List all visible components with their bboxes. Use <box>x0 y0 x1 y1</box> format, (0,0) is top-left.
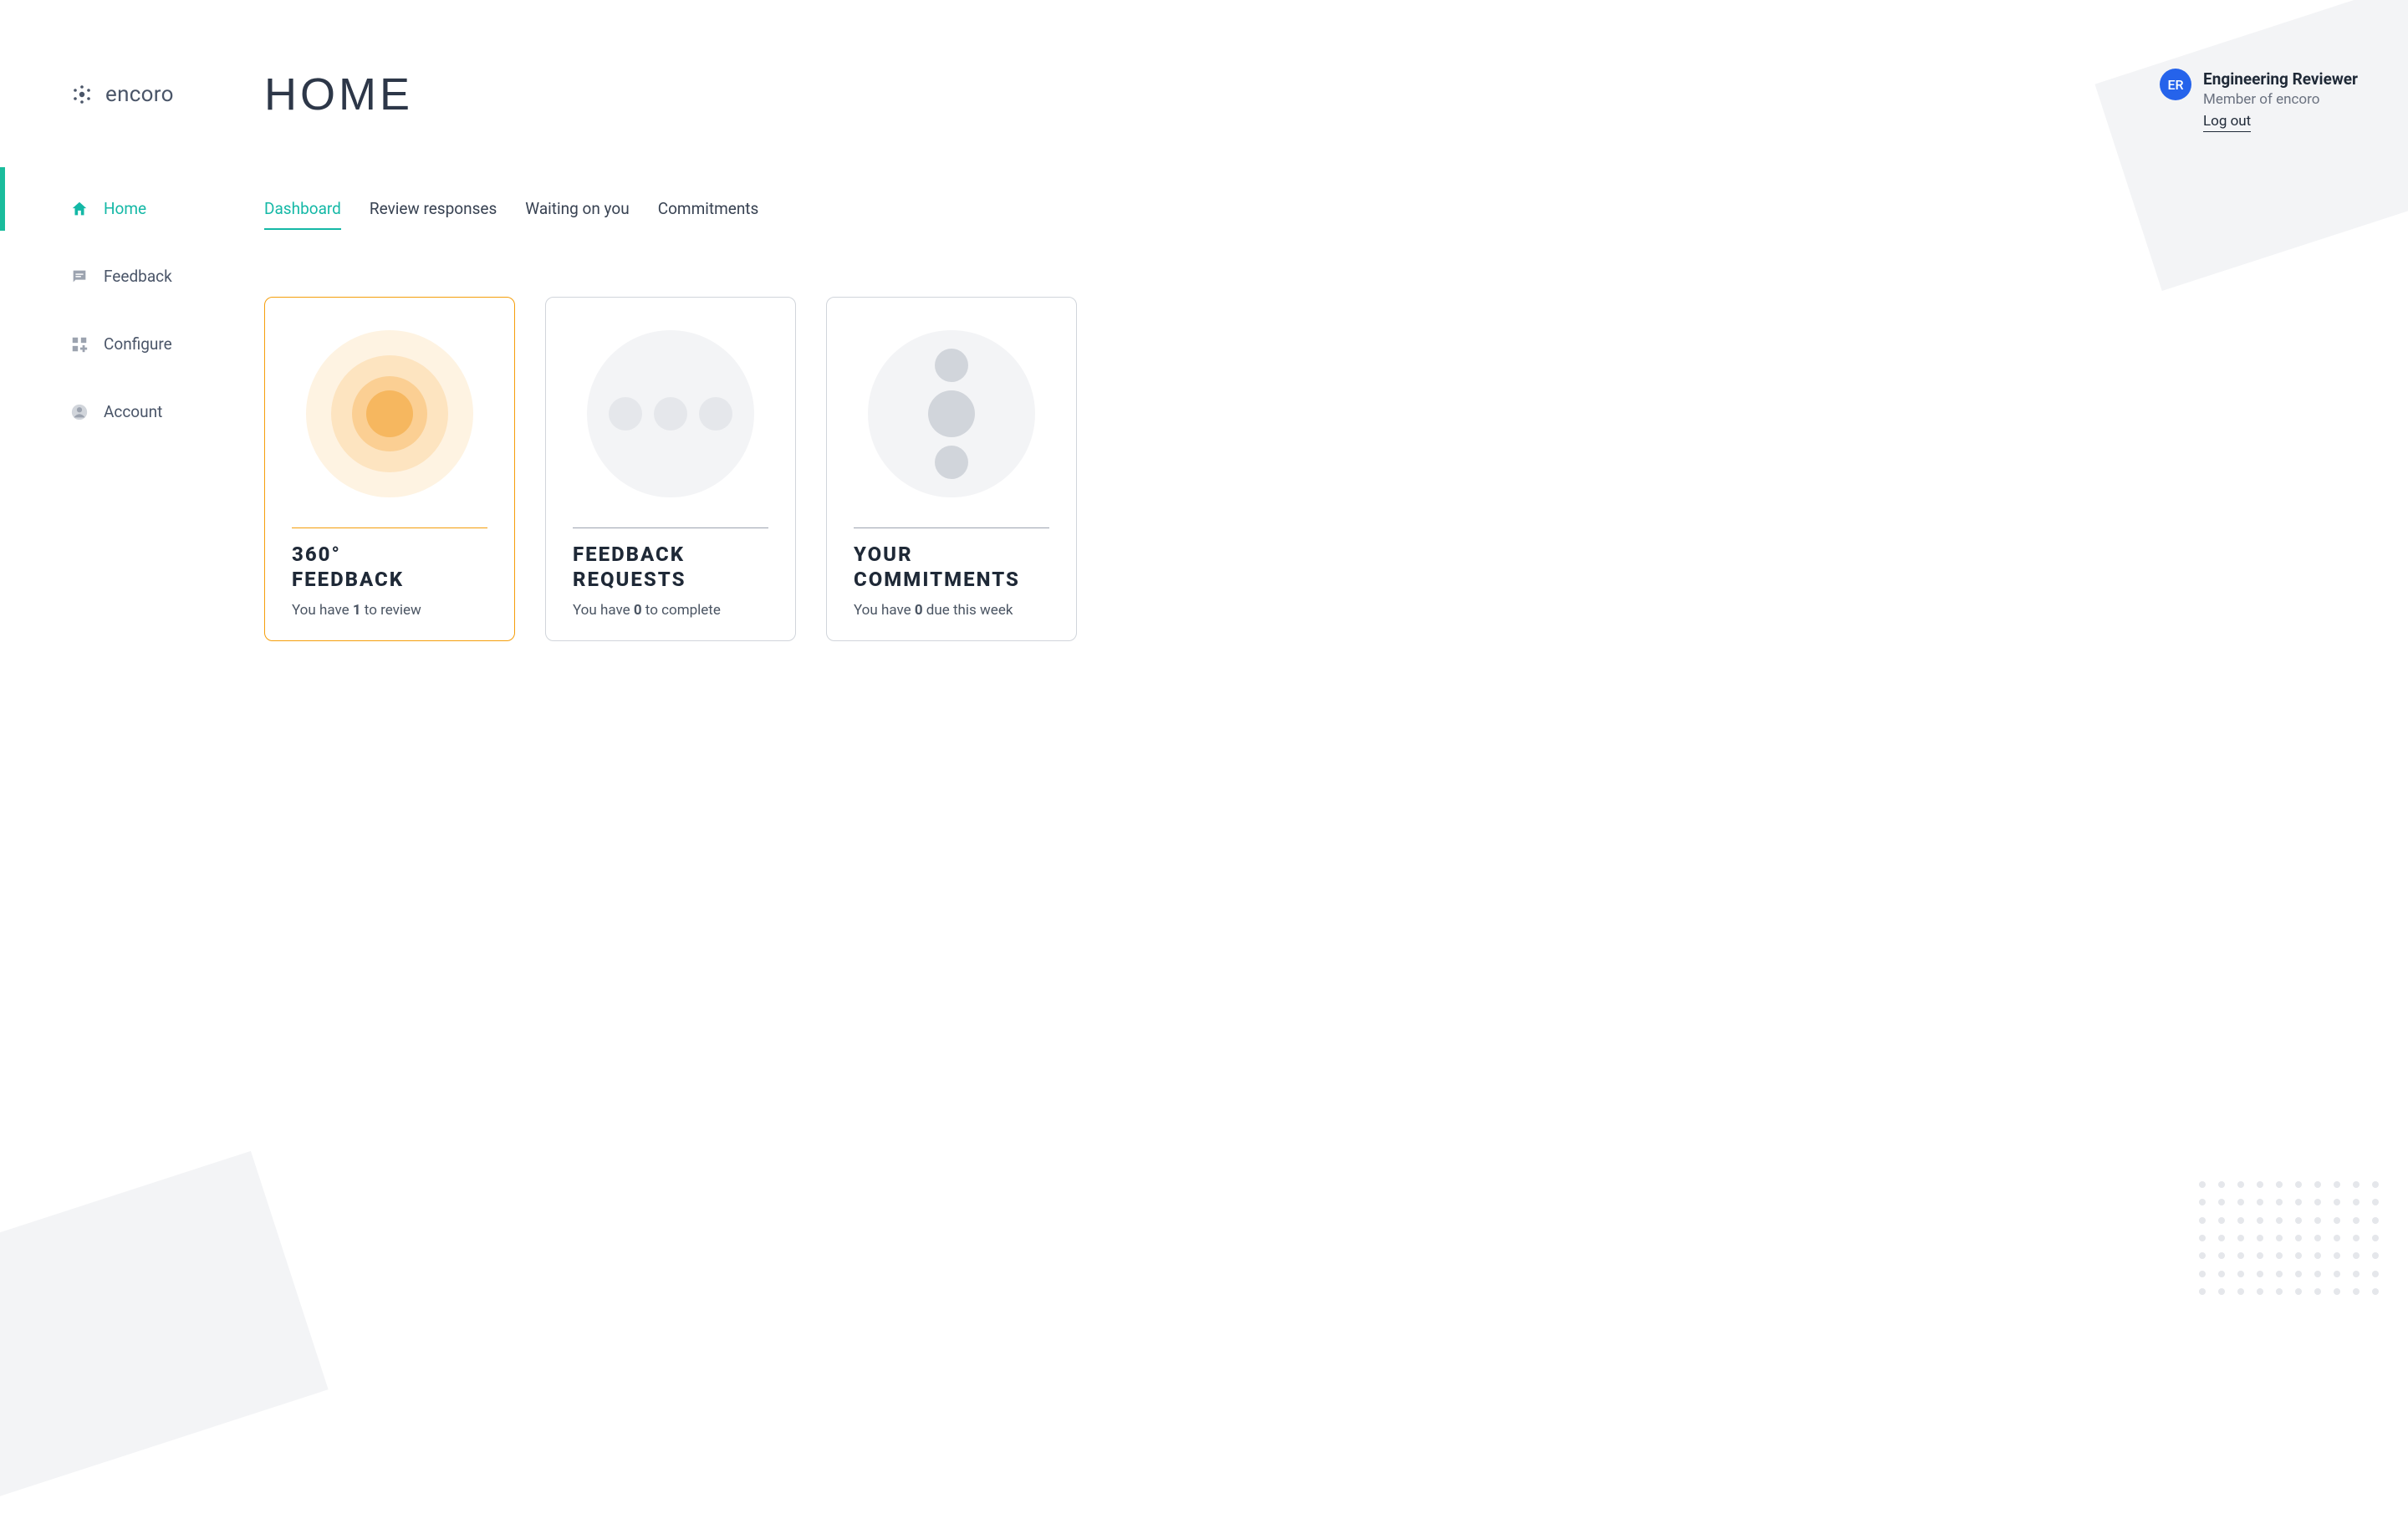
avatar[interactable]: ER <box>2160 69 2191 100</box>
brand-name: encoro <box>105 82 174 107</box>
card-sub-prefix: You have <box>573 602 634 619</box>
sidebar: encoro Home Feedback <box>0 0 251 1317</box>
card-title: 360° FEEDBACK <box>292 542 487 594</box>
card-divider <box>292 527 487 528</box>
configure-icon <box>70 335 89 354</box>
tab-review-responses[interactable]: Review responses <box>370 199 497 230</box>
card-subtitle: You have 0 to complete <box>573 602 768 619</box>
card-title: FEEDBACK REQUESTS <box>573 542 768 594</box>
logout-link[interactable]: Log out <box>2203 112 2251 132</box>
card-illustration <box>854 321 1049 516</box>
sidebar-active-indicator <box>0 167 5 231</box>
card-sub-prefix: You have <box>292 602 353 619</box>
card-title: YOUR COMMITMENTS <box>854 542 1049 594</box>
brand-logo[interactable]: encoro <box>70 82 251 107</box>
card-divider <box>854 527 1049 528</box>
logo-icon <box>70 83 94 106</box>
stacked-dots-icon <box>868 330 1035 497</box>
sidebar-item-label: Feedback <box>104 267 172 286</box>
sidebar-item-configure[interactable]: Configure <box>70 326 251 362</box>
account-icon <box>70 403 89 421</box>
card-count: 0 <box>634 602 642 619</box>
card-sub-suffix: to complete <box>642 602 721 619</box>
sidebar-item-label: Configure <box>104 334 172 354</box>
card-your-commitments[interactable]: YOUR COMMITMENTS You have 0 due this wee… <box>826 297 1077 641</box>
user-block: ER Engineering Reviewer Member of encoro… <box>2160 69 2358 132</box>
card-360-feedback[interactable]: 360° FEEDBACK You have 1 to review <box>264 297 515 641</box>
sidebar-item-feedback[interactable]: Feedback <box>70 258 251 294</box>
card-sub-prefix: You have <box>854 602 915 619</box>
user-membership: Member of encoro <box>2203 90 2358 110</box>
main-content: HOME ER Engineering Reviewer Member of e… <box>251 0 2408 1317</box>
tab-dashboard[interactable]: Dashboard <box>264 199 341 230</box>
tab-waiting-on-you[interactable]: Waiting on you <box>525 199 629 230</box>
home-icon <box>70 200 89 218</box>
sidebar-item-home[interactable]: Home <box>70 191 251 227</box>
sidebar-item-label: Account <box>104 402 162 421</box>
card-illustration <box>573 321 768 516</box>
tabs: Dashboard Review responses Waiting on yo… <box>264 199 2358 230</box>
page-title: HOME <box>264 69 413 120</box>
sidebar-nav: Home Feedback Configure <box>70 191 251 430</box>
tab-commitments[interactable]: Commitments <box>658 199 759 230</box>
dashboard-cards: 360° FEEDBACK You have 1 to review FEEDB… <box>264 297 2358 641</box>
sidebar-item-account[interactable]: Account <box>70 394 251 430</box>
card-feedback-requests[interactable]: FEEDBACK REQUESTS You have 0 to complete <box>545 297 796 641</box>
chat-icon <box>70 268 89 286</box>
card-divider <box>573 527 768 528</box>
card-count: 0 <box>915 602 923 619</box>
user-name: Engineering Reviewer <box>2203 69 2358 90</box>
ellipsis-icon <box>587 330 754 497</box>
card-subtitle: You have 0 due this week <box>854 602 1049 619</box>
card-count: 1 <box>353 602 361 619</box>
sidebar-item-label: Home <box>104 199 146 218</box>
target-icon <box>306 330 473 497</box>
card-sub-suffix: to review <box>361 602 421 619</box>
card-subtitle: You have 1 to review <box>292 602 487 619</box>
card-sub-suffix: due this week <box>923 602 1013 619</box>
card-illustration <box>292 321 487 516</box>
